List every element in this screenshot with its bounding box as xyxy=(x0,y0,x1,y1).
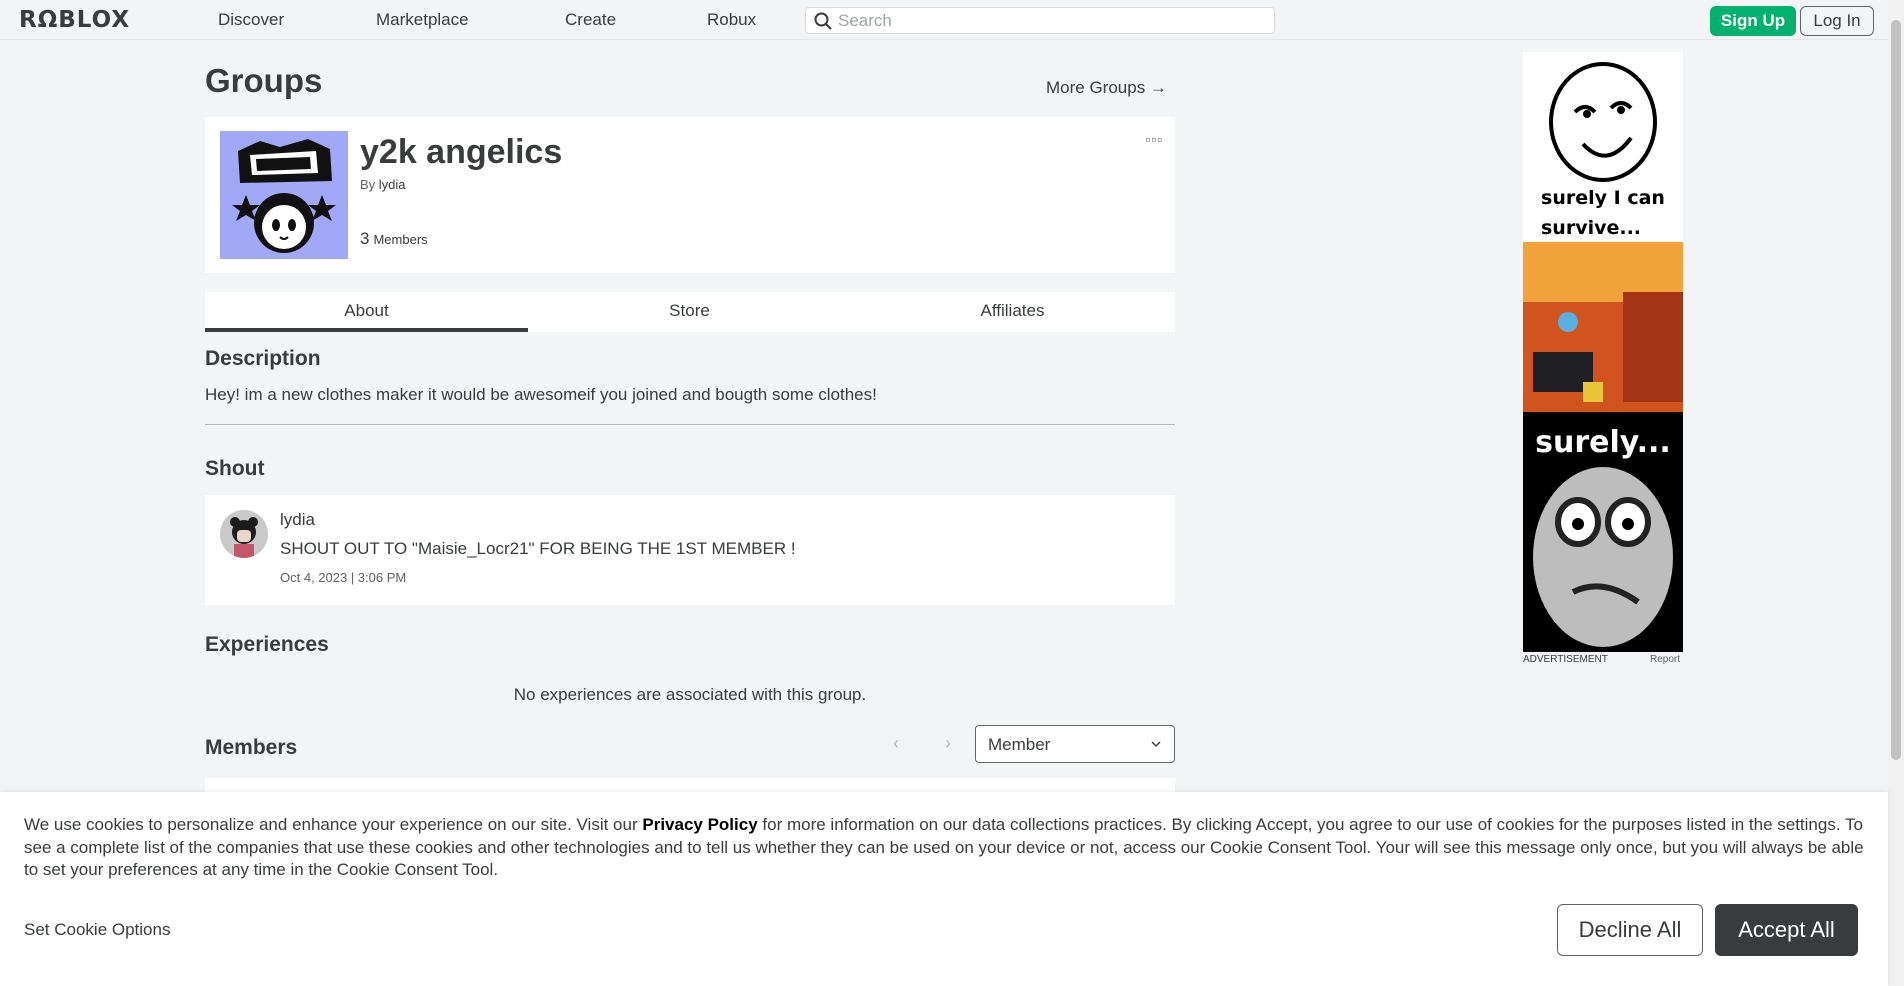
description-heading: Description xyxy=(205,347,321,370)
shout-date: Oct 4, 2023 | 3:06 PM xyxy=(280,570,407,585)
avatar[interactable] xyxy=(220,510,268,558)
top-navigation-bar: RΩBLOX Discover Marketplace Create Robux… xyxy=(0,0,1888,40)
privacy-policy-link[interactable]: Privacy Policy xyxy=(642,815,757,834)
experiences-empty-message: No experiences are associated with this … xyxy=(513,685,867,704)
group-description: Hey! im a new clothes maker it would be … xyxy=(205,385,877,404)
shout-heading: Shout xyxy=(205,457,265,480)
more-options-icon[interactable]: ▫▫▫ xyxy=(1145,131,1163,147)
svg-text:surely...: surely... xyxy=(1535,425,1671,460)
tab-store[interactable]: Store xyxy=(528,292,851,332)
more-groups-link[interactable]: More Groups → xyxy=(1046,78,1167,98)
scrollbar-thumb[interactable] xyxy=(1891,20,1901,760)
character-creator-emblem-icon xyxy=(220,131,348,259)
cookie-consent-text: We use cookies to personalize and enhanc… xyxy=(24,814,1864,882)
nav-robux[interactable]: Robux xyxy=(707,10,756,30)
members-prev-page-icon[interactable]: ‹ xyxy=(886,730,906,756)
group-header-card: y2k angelics By lydia 3 Members ▫▫▫ xyxy=(205,117,1175,273)
set-cookie-options-link[interactable]: Set Cookie Options xyxy=(24,920,170,940)
group-owner-link[interactable]: lydia xyxy=(379,177,406,192)
group-emblem-image[interactable] xyxy=(220,131,348,259)
member-count-label: Members xyxy=(373,232,428,247)
report-ad-link[interactable]: Report xyxy=(1650,654,1680,665)
members-next-page-icon[interactable]: › xyxy=(938,730,958,756)
cookie-text-before: We use cookies to personalize and enhanc… xyxy=(24,815,643,834)
member-count: 3 Members xyxy=(360,229,428,249)
svg-text:survive...: survive... xyxy=(1541,217,1641,239)
experiences-heading: Experiences xyxy=(205,633,329,656)
accept-all-button[interactable]: Accept All xyxy=(1715,904,1858,956)
member-count-value: 3 xyxy=(360,229,370,248)
search-input[interactable] xyxy=(838,10,1258,31)
search-icon xyxy=(814,12,832,30)
meme-ad-image: surely I can survive... surely... xyxy=(1523,52,1683,652)
sign-up-button[interactable]: Sign Up xyxy=(1710,6,1796,36)
shout-message: SHOUT OUT TO "Maisie_Locr21" FOR BEING T… xyxy=(280,539,796,558)
nav-discover[interactable]: Discover xyxy=(218,10,284,30)
nav-marketplace[interactable]: Marketplace xyxy=(376,10,469,30)
user-avatar-icon xyxy=(220,510,268,558)
log-in-button[interactable]: Log In xyxy=(1800,6,1874,36)
shout-poster-link[interactable]: lydia xyxy=(280,510,315,530)
section-divider xyxy=(205,424,1175,425)
advertisement-banner[interactable]: surely I can survive... surely... xyxy=(1523,52,1683,652)
tab-about[interactable]: About xyxy=(205,292,528,332)
chevron-down-icon xyxy=(1151,741,1161,748)
roblox-logo[interactable]: RΩBLOX xyxy=(19,7,130,33)
decline-all-button[interactable]: Decline All xyxy=(1557,904,1703,956)
role-dropdown[interactable]: Member xyxy=(975,725,1175,763)
group-name: y2k angelics xyxy=(360,133,563,171)
page-scrollbar[interactable] xyxy=(1888,0,1904,986)
tab-affiliates[interactable]: Affiliates xyxy=(851,292,1174,332)
page-title: Groups xyxy=(205,62,323,99)
svg-text:surely I can: surely I can xyxy=(1541,187,1665,209)
group-tabs: About Store Affiliates xyxy=(205,292,1175,332)
search-box[interactable] xyxy=(805,7,1275,34)
role-dropdown-value: Member xyxy=(988,735,1051,754)
shout-card: lydia SHOUT OUT TO "Maisie_Locr21" FOR B… xyxy=(205,495,1175,605)
nav-create[interactable]: Create xyxy=(565,10,616,30)
by-label: By xyxy=(360,177,376,192)
cookie-consent-banner: We use cookies to personalize and enhanc… xyxy=(0,792,1888,986)
advertisement-label: ADVERTISEMENT xyxy=(1523,654,1608,665)
members-heading: Members xyxy=(205,736,298,759)
group-owner-line: By lydia xyxy=(360,177,406,192)
